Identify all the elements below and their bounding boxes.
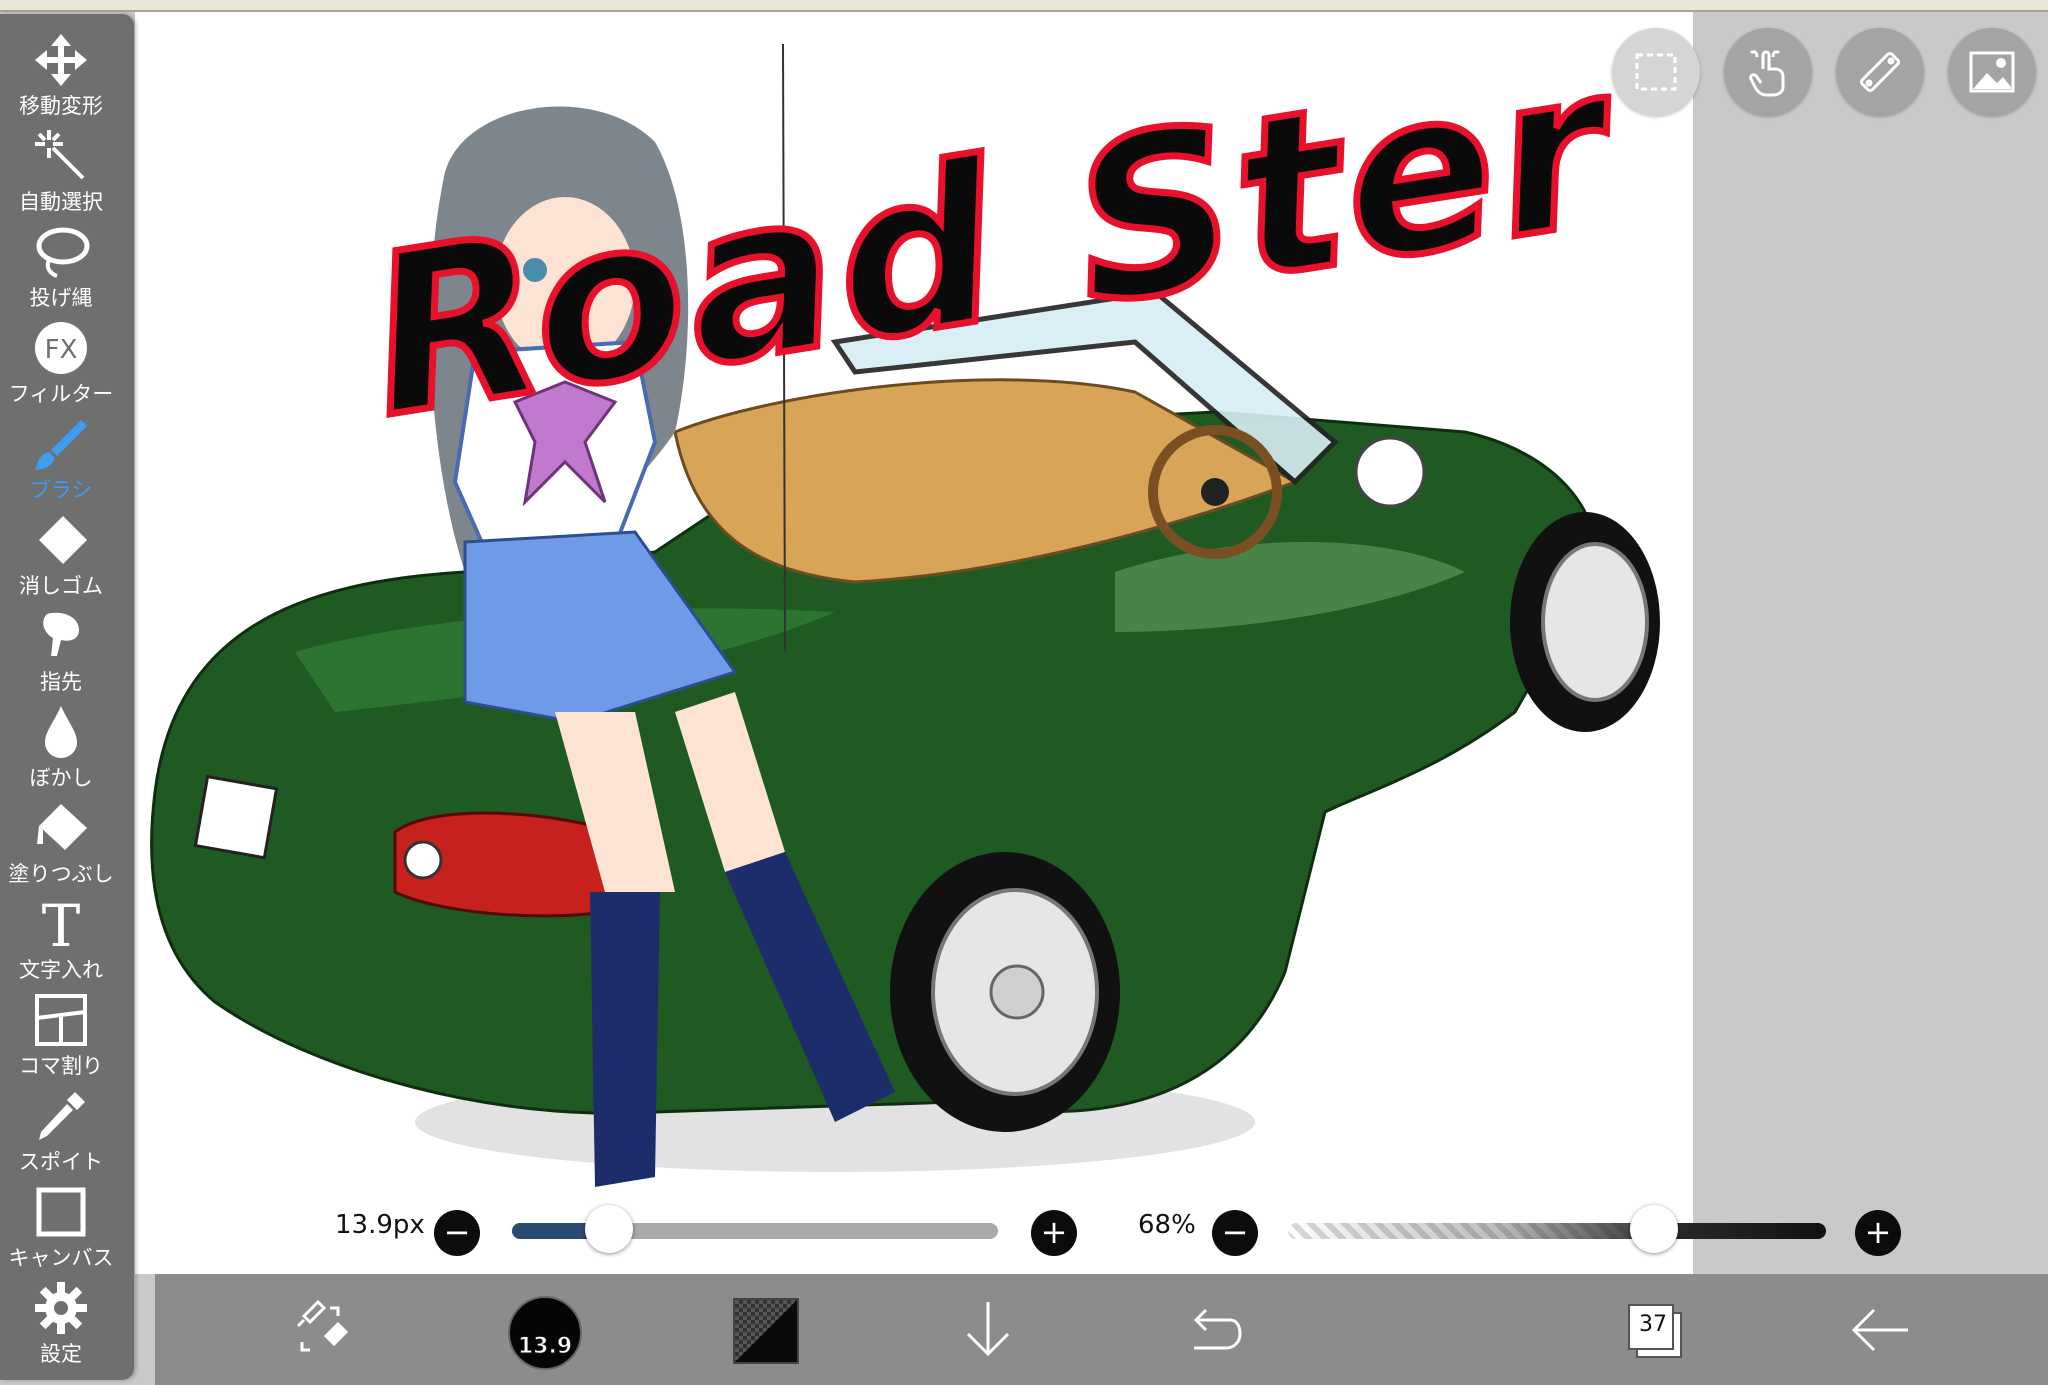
tool-label: 移動変形 bbox=[19, 94, 103, 118]
tool-label: 塗りつぶし bbox=[8, 862, 114, 886]
tool-eyedropper[interactable]: スポイト bbox=[0, 1084, 122, 1180]
tool-sidebar: 移動変形 自動選択 投げ縄 FX フィルター ブラシ 消しゴム 指先 ぼかし 塗… bbox=[0, 14, 134, 1380]
drawing-canvas[interactable]: Road Ster bbox=[135, 12, 1693, 1274]
opacity-slider-thumb[interactable] bbox=[1629, 1205, 1678, 1253]
tool-label: ぼかし bbox=[29, 766, 93, 790]
canvas-square-icon bbox=[36, 1187, 86, 1237]
size-slider-thumb[interactable] bbox=[585, 1205, 634, 1253]
tool-label: 指先 bbox=[40, 670, 82, 694]
brush-size-value: 13.9px bbox=[335, 1210, 425, 1240]
tool-lasso[interactable]: 投げ縄 bbox=[0, 220, 122, 316]
tool-label: ブラシ bbox=[29, 478, 93, 502]
image-material-icon bbox=[1969, 51, 2015, 93]
plus-icon: + bbox=[1040, 1213, 1068, 1251]
lasso-icon bbox=[36, 227, 90, 278]
brush-eraser-swap-icon[interactable] bbox=[290, 1290, 354, 1370]
gear-icon bbox=[35, 1282, 87, 1334]
layers-button[interactable]: 37 bbox=[1628, 1304, 1682, 1358]
brush-icon bbox=[35, 420, 87, 470]
download-arrow-icon[interactable] bbox=[956, 1290, 1020, 1370]
size-minus-button[interactable]: − bbox=[434, 1210, 480, 1256]
tool-label: 自動選択 bbox=[19, 190, 103, 214]
tool-frame-divider[interactable]: コマ割り bbox=[0, 988, 122, 1084]
headlight bbox=[1354, 436, 1426, 508]
color-swatch-icon bbox=[735, 1300, 797, 1362]
tool-label: 設定 bbox=[40, 1342, 82, 1366]
tool-label: 投げ縄 bbox=[29, 286, 93, 310]
brush-opacity-slider[interactable] bbox=[1288, 1223, 1826, 1239]
tool-canvas[interactable]: キャンバス bbox=[0, 1180, 122, 1276]
bucket-fill-icon bbox=[37, 804, 87, 850]
svg-text:FX: FX bbox=[45, 335, 78, 365]
tool-label: 消しゴム bbox=[19, 574, 103, 598]
fx-filter-icon: FX bbox=[35, 322, 87, 374]
tool-label: キャンバス bbox=[8, 1246, 114, 1270]
size-plus-button[interactable]: + bbox=[1031, 1210, 1077, 1256]
tool-label: 文字入れ bbox=[19, 958, 103, 982]
bottom-toolbar bbox=[155, 1274, 2048, 1385]
brush-opacity-value: 68% bbox=[1138, 1210, 1196, 1240]
eraser-icon bbox=[39, 516, 87, 564]
tool-filter[interactable]: FX フィルター bbox=[0, 316, 122, 412]
status-bar bbox=[0, 0, 2048, 12]
tool-blur[interactable]: ぼかし bbox=[0, 700, 122, 796]
brush-size-button[interactable]: 13.9 bbox=[508, 1296, 582, 1370]
ruler-button[interactable] bbox=[1836, 28, 1924, 116]
tool-auto-select[interactable]: 自動選択 bbox=[0, 124, 122, 220]
frame-divider-icon bbox=[35, 994, 87, 1046]
layers-icon: 37 bbox=[1628, 1304, 1674, 1350]
tool-label: フィルター bbox=[8, 382, 114, 406]
magic-wand-icon bbox=[35, 130, 85, 180]
back-arrow-icon[interactable] bbox=[1848, 1290, 1914, 1370]
tool-eraser[interactable]: 消しゴム bbox=[0, 508, 122, 604]
ruler-icon bbox=[1859, 51, 1901, 93]
finger-smudge-icon bbox=[43, 612, 79, 656]
minus-icon: − bbox=[443, 1213, 471, 1251]
brush-size-indicator: 13.9 bbox=[517, 1334, 573, 1360]
tool-move-transform[interactable]: 移動変形 bbox=[0, 28, 122, 124]
tool-label: コマ割り bbox=[19, 1054, 103, 1078]
license-plate bbox=[193, 774, 279, 860]
minus-icon: − bbox=[1221, 1213, 1249, 1251]
svg-text:T: T bbox=[42, 894, 81, 954]
selection-rectangle-icon bbox=[1635, 53, 1677, 91]
touch-hand-icon bbox=[1749, 50, 1785, 97]
tool-finger[interactable]: 指先 bbox=[0, 604, 122, 700]
tool-label: スポイト bbox=[19, 1150, 103, 1174]
selection-button[interactable] bbox=[1612, 28, 1700, 116]
eyedropper-icon bbox=[39, 1092, 85, 1140]
blur-drop-icon bbox=[45, 706, 77, 758]
plus-icon: + bbox=[1864, 1213, 1892, 1251]
layer-count: 37 bbox=[1639, 1312, 1667, 1337]
tool-fill[interactable]: 塗りつぶし bbox=[0, 796, 122, 892]
opacity-plus-button[interactable]: + bbox=[1855, 1210, 1901, 1256]
rear-wheel bbox=[890, 852, 1120, 1132]
touch-button[interactable] bbox=[1724, 28, 1812, 116]
material-button[interactable] bbox=[1948, 28, 2036, 116]
tool-brush[interactable]: ブラシ bbox=[0, 412, 122, 508]
text-t-icon: T bbox=[42, 894, 81, 954]
move-arrows-icon bbox=[35, 34, 87, 86]
tool-settings[interactable]: 設定 bbox=[0, 1276, 122, 1372]
color-swatch-button[interactable] bbox=[733, 1298, 799, 1364]
front-wheel bbox=[1510, 512, 1660, 732]
tool-text[interactable]: T 文字入れ bbox=[0, 892, 122, 988]
opacity-minus-button[interactable]: − bbox=[1212, 1210, 1258, 1256]
undo-icon[interactable] bbox=[1180, 1290, 1244, 1370]
sock-left bbox=[590, 892, 660, 1187]
